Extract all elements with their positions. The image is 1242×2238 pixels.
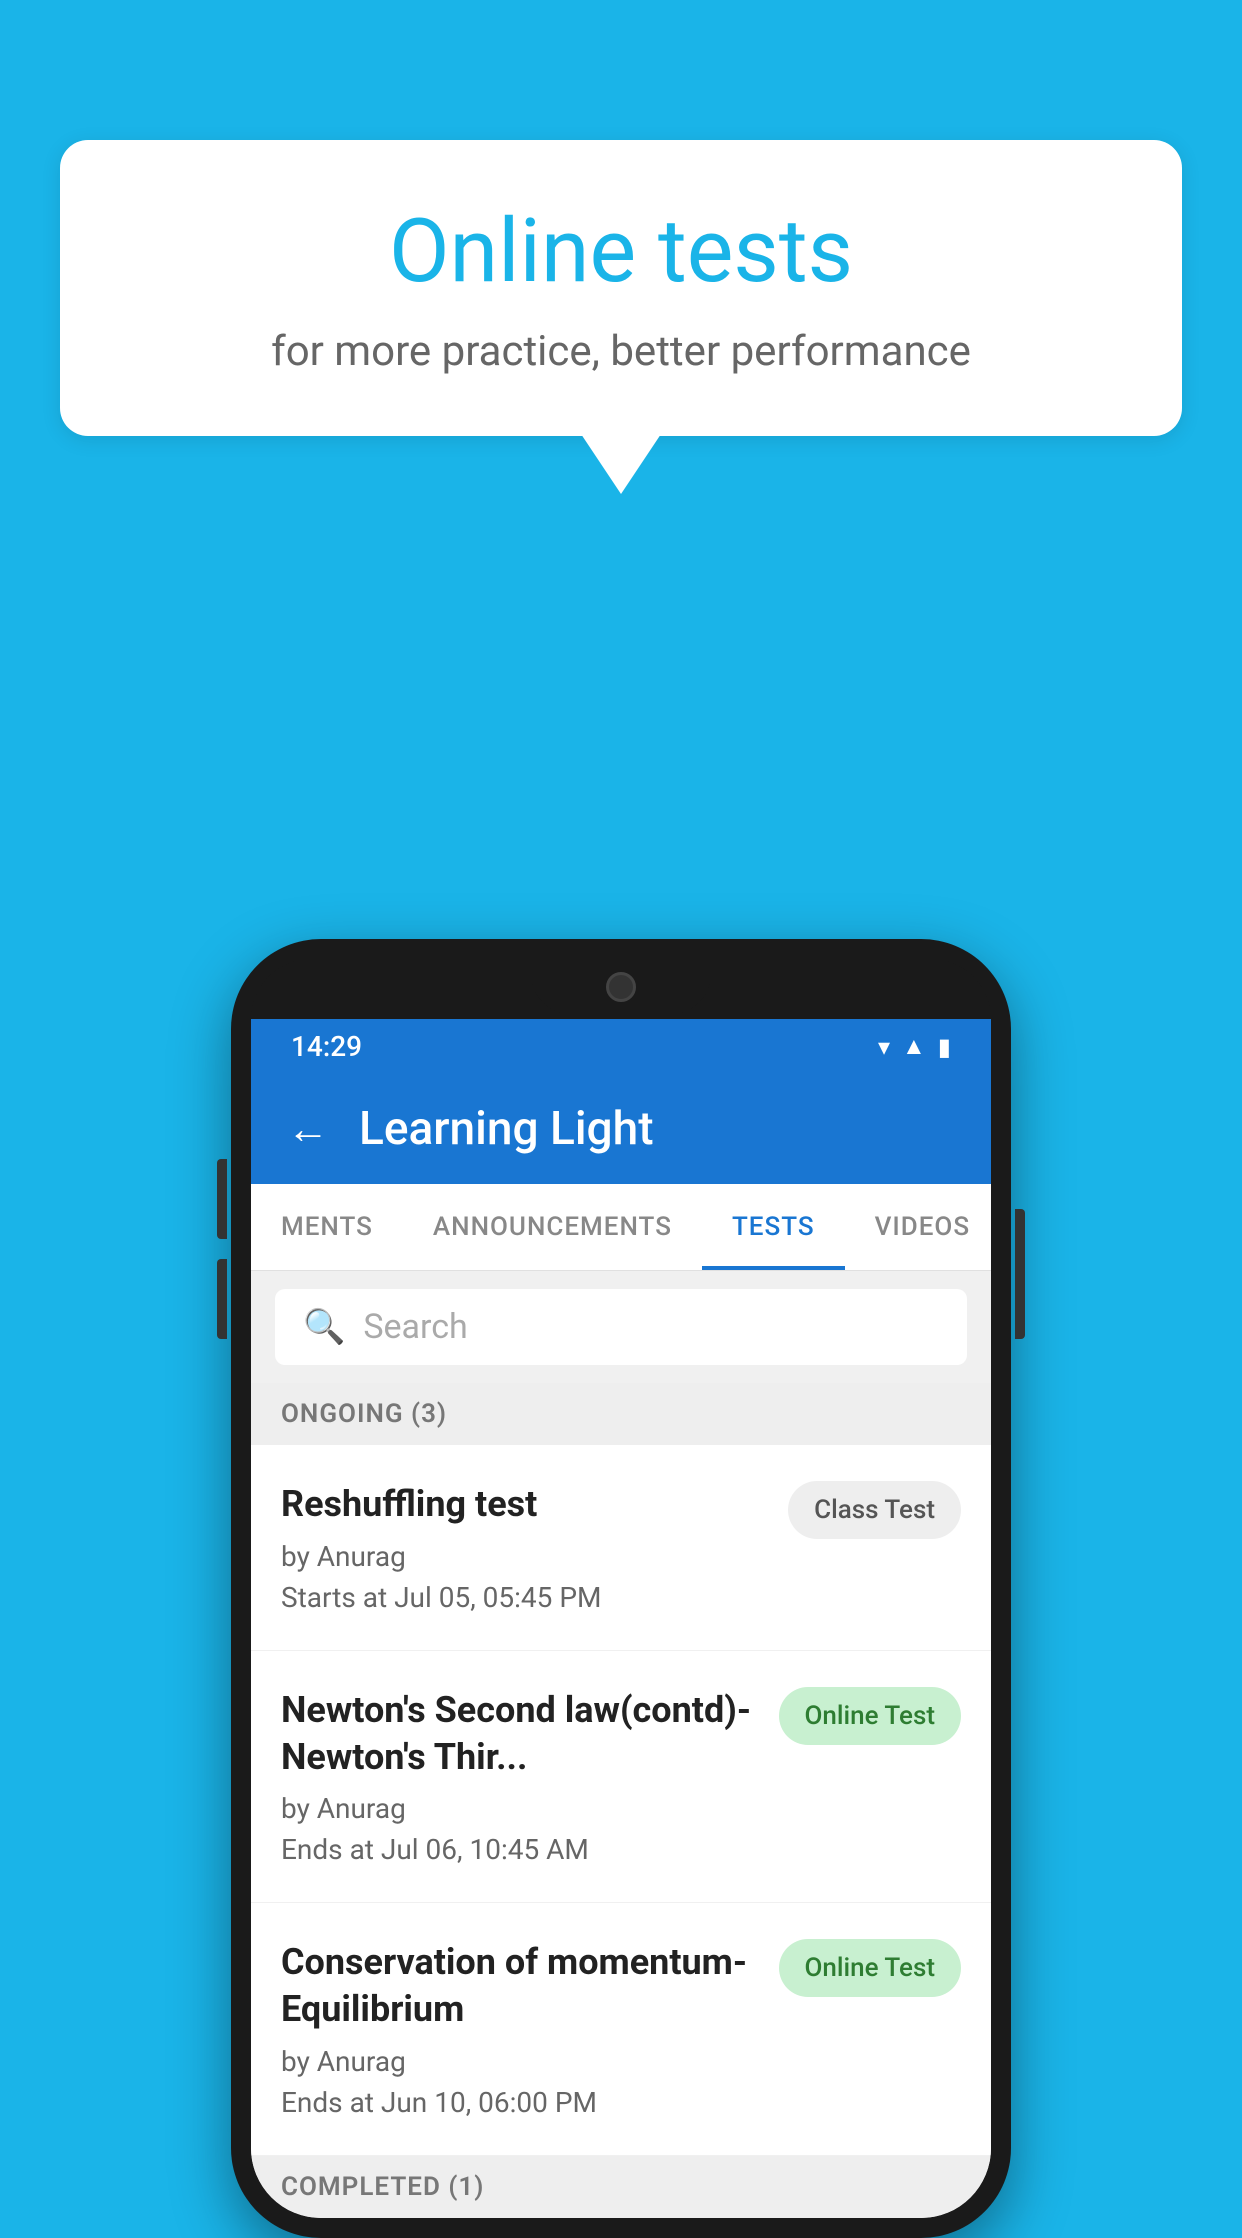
- test-content: Newton's Second law(contd)-Newton's Thir…: [281, 1687, 759, 1867]
- speech-bubble: Online tests for more practice, better p…: [60, 140, 1182, 436]
- power-button[interactable]: [1015, 1209, 1025, 1339]
- test-title: Newton's Second law(contd)-Newton's Thir…: [281, 1687, 759, 1781]
- test-list: Reshuffling test by Anurag Starts at Jul…: [251, 1445, 991, 2156]
- test-author: by Anurag: [281, 1792, 759, 1825]
- status-icons: ▾ ▲ ▮: [878, 1032, 951, 1061]
- app-bar: ← Learning Light: [251, 1074, 991, 1184]
- test-item[interactable]: Reshuffling test by Anurag Starts at Jul…: [251, 1445, 991, 1651]
- test-title: Conservation of momentum-Equilibrium: [281, 1939, 759, 2033]
- online-test-badge-2: Online Test: [779, 1939, 962, 1997]
- online-test-badge: Online Test: [779, 1687, 962, 1745]
- ongoing-section-header: ONGOING (3): [251, 1383, 991, 1445]
- test-item[interactable]: Newton's Second law(contd)-Newton's Thir…: [251, 1651, 991, 1904]
- bubble-title: Online tests: [140, 200, 1102, 303]
- completed-section-header: COMPLETED (1): [251, 2156, 991, 2218]
- class-test-badge: Class Test: [788, 1481, 961, 1539]
- test-time: Ends at Jul 06, 10:45 AM: [281, 1833, 759, 1866]
- app-screen: 14:29 ▾ ▲ ▮ ← Learning Light MENTS ANNOU…: [251, 1019, 991, 2218]
- status-bar: 14:29 ▾ ▲ ▮: [251, 1019, 991, 1074]
- test-author: by Anurag: [281, 2045, 759, 2078]
- test-author: by Anurag: [281, 1540, 768, 1573]
- bubble-tail: [581, 434, 661, 494]
- test-title: Reshuffling test: [281, 1481, 768, 1528]
- phone-notch: [531, 959, 711, 1014]
- test-content: Conservation of momentum-Equilibrium by …: [281, 1939, 759, 2119]
- search-bar[interactable]: 🔍 Search: [275, 1289, 967, 1365]
- test-content: Reshuffling test by Anurag Starts at Jul…: [281, 1481, 768, 1614]
- volume-down-button[interactable]: [217, 1259, 227, 1339]
- phone-frame: 14:29 ▾ ▲ ▮ ← Learning Light MENTS ANNOU…: [231, 939, 1011, 2238]
- status-time: 14:29: [291, 1030, 362, 1063]
- notch-area: [251, 959, 991, 1019]
- volume-up-button[interactable]: [217, 1159, 227, 1239]
- tab-announcements[interactable]: ANNOUNCEMENTS: [403, 1184, 702, 1270]
- front-camera: [606, 972, 636, 1002]
- tab-tests[interactable]: TESTS: [702, 1184, 845, 1270]
- tab-ments[interactable]: MENTS: [251, 1184, 403, 1270]
- bubble-subtitle: for more practice, better performance: [140, 327, 1102, 376]
- test-item[interactable]: Conservation of momentum-Equilibrium by …: [251, 1903, 991, 2156]
- search-icon: 🔍: [303, 1307, 345, 1347]
- search-input[interactable]: Search: [363, 1307, 467, 1347]
- speech-bubble-section: Online tests for more practice, better p…: [60, 140, 1182, 494]
- tab-videos[interactable]: VIDEOS: [845, 1184, 991, 1270]
- app-bar-title: Learning Light: [359, 1102, 654, 1156]
- search-container: 🔍 Search: [251, 1271, 991, 1383]
- wifi-icon: ▾: [878, 1033, 890, 1061]
- signal-icon: ▲: [902, 1032, 926, 1061]
- back-button[interactable]: ←: [287, 1105, 329, 1154]
- battery-icon: ▮: [938, 1033, 951, 1061]
- test-time: Starts at Jul 05, 05:45 PM: [281, 1581, 768, 1614]
- tabs-container: MENTS ANNOUNCEMENTS TESTS VIDEOS: [251, 1184, 991, 1271]
- test-time: Ends at Jun 10, 06:00 PM: [281, 2086, 759, 2119]
